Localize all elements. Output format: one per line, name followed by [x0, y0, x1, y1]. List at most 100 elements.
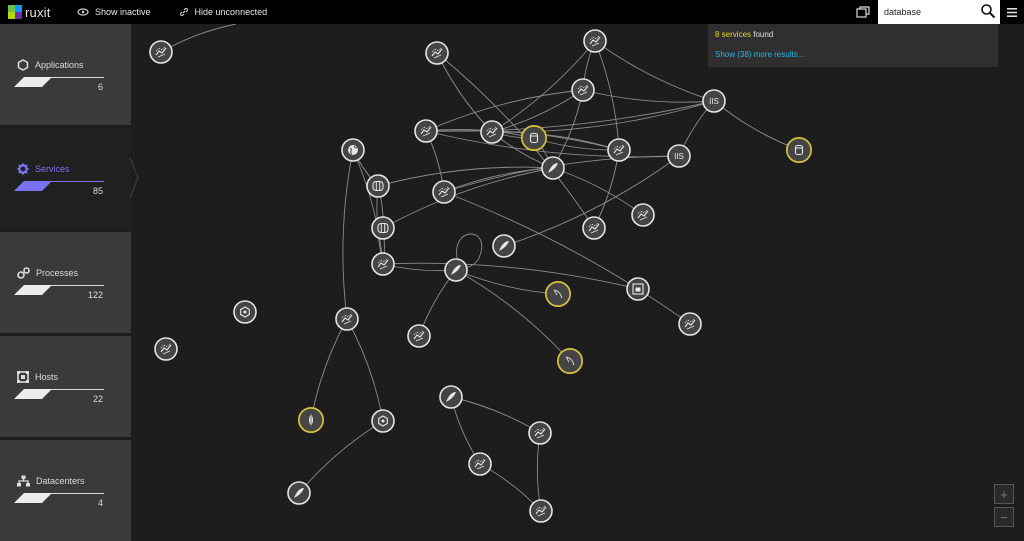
service-node[interactable]	[298, 407, 324, 433]
service-node[interactable]	[582, 216, 606, 240]
service-node[interactable]	[468, 452, 492, 476]
service-node[interactable]	[432, 180, 456, 204]
zoom-in-button[interactable]: +	[994, 484, 1014, 504]
sidebar-item-applications[interactable]: Applications 6	[0, 24, 131, 125]
service-connection-edge	[425, 130, 680, 158]
service-connection-edge	[342, 149, 354, 320]
service-connection-edge	[552, 167, 644, 216]
logo-text: ruxit	[25, 4, 51, 20]
service-node[interactable]	[149, 40, 173, 64]
processes-icon	[17, 267, 30, 279]
service-connection-edge	[310, 318, 348, 421]
service-node[interactable]	[545, 281, 571, 307]
service-node[interactable]: IIS	[667, 144, 691, 168]
sidebar-item-count: 85	[92, 186, 103, 196]
ruxit-logo-icon	[8, 5, 22, 19]
search-input[interactable]	[878, 1, 978, 23]
sidebar-item-datacenters[interactable]: Datacenters 4	[0, 440, 131, 541]
service-node[interactable]	[371, 216, 395, 240]
search-icon[interactable]	[980, 3, 996, 19]
zoom-out-button[interactable]: −	[994, 507, 1014, 527]
sidebar-item-bar	[14, 493, 104, 503]
eye-icon	[77, 8, 89, 16]
sidebar-item-count: 4	[97, 498, 103, 508]
service-node[interactable]	[626, 277, 650, 301]
hexagon-icon	[17, 59, 29, 71]
node-layer: IIS IIS	[149, 29, 812, 523]
sidebar-item-count: 6	[97, 82, 103, 92]
svg-text:IIS: IIS	[709, 97, 719, 106]
service-node[interactable]	[287, 481, 311, 505]
sidebar-item-processes[interactable]: Processes 122	[0, 232, 131, 333]
sidebar-item-label: Hosts	[35, 372, 59, 382]
service-node[interactable]	[528, 421, 552, 445]
service-flow-map[interactable]: IIS IIS	[131, 24, 1024, 541]
service-node[interactable]	[407, 324, 431, 348]
service-node[interactable]	[154, 337, 178, 361]
svg-text:IIS: IIS	[674, 152, 684, 161]
service-connection-edge	[455, 269, 559, 295]
hide-unconnected-label: Hide unconnected	[194, 7, 268, 17]
service-node[interactable]	[414, 119, 438, 143]
window-switch-icon[interactable]	[856, 6, 870, 18]
sidebar-item-bar	[14, 181, 104, 191]
service-node[interactable]	[607, 138, 631, 162]
service-node-circle	[371, 216, 395, 240]
service-connection-edge	[377, 166, 554, 187]
service-node[interactable]	[425, 41, 449, 65]
datacenter-icon	[17, 475, 30, 487]
service-node[interactable]	[444, 258, 468, 282]
show-inactive-button[interactable]: Show inactive	[77, 7, 151, 17]
hamburger-menu-icon[interactable]	[1000, 0, 1024, 24]
service-node[interactable]	[583, 29, 607, 53]
service-node[interactable]	[439, 385, 463, 409]
service-node-circle	[558, 349, 582, 373]
service-node[interactable]	[233, 300, 257, 324]
app-root: ruxit Show inactive Hide unconnected dat…	[0, 0, 1024, 541]
service-node[interactable]	[529, 499, 553, 523]
service-node[interactable]	[541, 156, 565, 180]
service-node[interactable]	[341, 138, 365, 162]
service-connection-edge	[593, 149, 620, 229]
service-connection-edge	[346, 318, 384, 422]
service-node[interactable]	[371, 252, 395, 276]
service-node-circle	[366, 174, 390, 198]
service-connection-edge	[352, 149, 384, 265]
top-bar-right	[856, 0, 1024, 24]
service-node[interactable]	[678, 312, 702, 336]
service-connection-edge	[382, 262, 639, 290]
sidebar-item-count: 122	[87, 290, 103, 300]
sidebar-item-count: 22	[92, 394, 103, 404]
service-connection-edge	[713, 100, 800, 151]
service-node[interactable]	[480, 120, 504, 144]
service-node-circle	[522, 126, 546, 150]
sidebar-item-label: Services	[35, 164, 70, 174]
service-connection-edge	[582, 89, 715, 103]
service-node[interactable]	[366, 174, 390, 198]
service-node-circle	[546, 282, 570, 306]
service-connection-edge	[552, 89, 584, 169]
zoom-controls: + −	[994, 484, 1014, 528]
service-node[interactable]	[631, 203, 655, 227]
service-node-circle	[787, 138, 811, 162]
service-node[interactable]	[557, 348, 583, 374]
top-bar: ruxit Show inactive Hide unconnected	[0, 0, 1024, 24]
service-connection-edge	[436, 52, 595, 229]
hide-unconnected-button[interactable]: Hide unconnected	[179, 7, 268, 17]
logo[interactable]: ruxit	[0, 0, 78, 24]
sidebar-item-label: Datacenters	[36, 476, 85, 486]
service-connection-edge	[594, 40, 715, 102]
service-node[interactable]	[521, 125, 547, 151]
service-node[interactable]	[571, 78, 595, 102]
service-node[interactable]: IIS	[702, 89, 726, 113]
globe-icon	[348, 145, 358, 155]
service-connection-edge	[160, 24, 237, 53]
search-box	[878, 0, 1000, 24]
service-node[interactable]	[492, 234, 516, 258]
service-node[interactable]	[335, 307, 359, 331]
sidebar-item-hosts[interactable]: Hosts 22	[0, 336, 131, 437]
service-node[interactable]	[786, 137, 812, 163]
sidebar-item-services[interactable]: Services 85	[0, 128, 131, 229]
service-node[interactable]	[371, 409, 395, 433]
service-connection-edge	[491, 100, 715, 133]
